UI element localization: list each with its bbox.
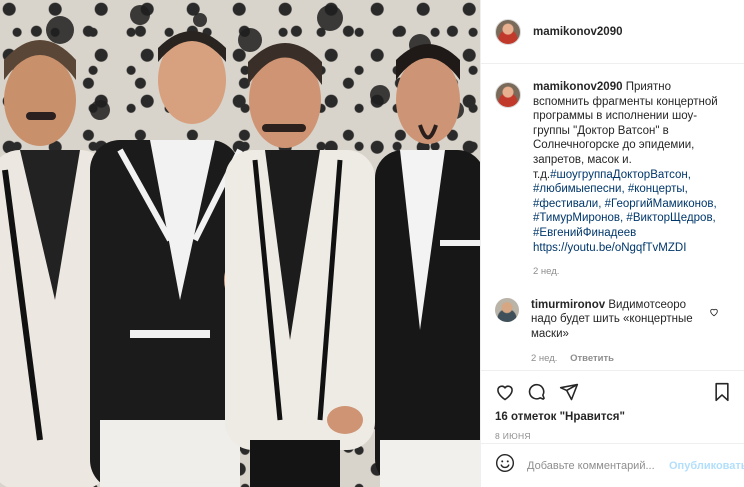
author-username[interactable]: mamikonov2090 <box>533 26 623 38</box>
caption: mamikonov2090 Приятно вспомнить фрагмент… <box>495 80 732 280</box>
post-header: mamikonov2090 <box>481 0 744 64</box>
reply-button[interactable]: Ответить <box>570 353 614 364</box>
comment-icon[interactable] <box>527 382 547 402</box>
comment-item: timurmironov Видимотсеоро надо будет шит… <box>495 297 732 366</box>
caption-time[interactable]: 2 нед. <box>533 265 729 280</box>
action-icons <box>495 377 731 407</box>
caption-text: Приятно вспомнить фрагменты концертной п… <box>533 81 718 181</box>
publish-button[interactable]: Опубликовать <box>669 460 744 472</box>
caption-hashtags[interactable]: #шоугруппаДокторВатсон, #любимыепесни, #… <box>533 169 717 239</box>
comment-input[interactable] <box>527 459 669 472</box>
save-icon[interactable] <box>713 382 731 402</box>
comments-section[interactable]: mamikonov2090 Приятно вспомнить фрагмент… <box>481 64 744 369</box>
comment-meta: 2 нед. Ответить <box>531 352 701 367</box>
emoji-icon[interactable] <box>495 453 515 478</box>
caption-body: mamikonov2090 Приятно вспомнить фрагмент… <box>533 80 729 280</box>
caption-avatar[interactable] <box>495 82 521 108</box>
author-avatar[interactable] <box>495 18 521 45</box>
share-icon[interactable] <box>559 382 579 402</box>
add-comment-bar: Опубликовать <box>481 443 744 487</box>
post-actions: 16 отметок "Нравится" 8 июня <box>481 370 744 441</box>
like-icon[interactable] <box>495 382 515 402</box>
photo-illustration <box>0 5 480 487</box>
likes-count[interactable]: 16 отметок "Нравится" <box>495 411 731 423</box>
commenter-avatar[interactable] <box>495 297 519 322</box>
comment-time[interactable]: 2 нед. <box>531 353 557 364</box>
comment-body: timurmironov Видимотсеоро надо будет шит… <box>531 298 701 366</box>
post-date[interactable]: 8 июня <box>495 431 731 441</box>
comment-username[interactable]: timurmironov <box>531 299 605 311</box>
comment-like-icon[interactable] <box>709 304 719 322</box>
post-side-panel: mamikonov2090 mamikonov2090 Приятно вспо… <box>480 0 744 487</box>
post-photo[interactable] <box>0 0 480 487</box>
caption-username[interactable]: mamikonov2090 <box>533 81 623 93</box>
caption-link[interactable]: https://youtu.be/oNgqfTvMZDI <box>533 241 729 256</box>
